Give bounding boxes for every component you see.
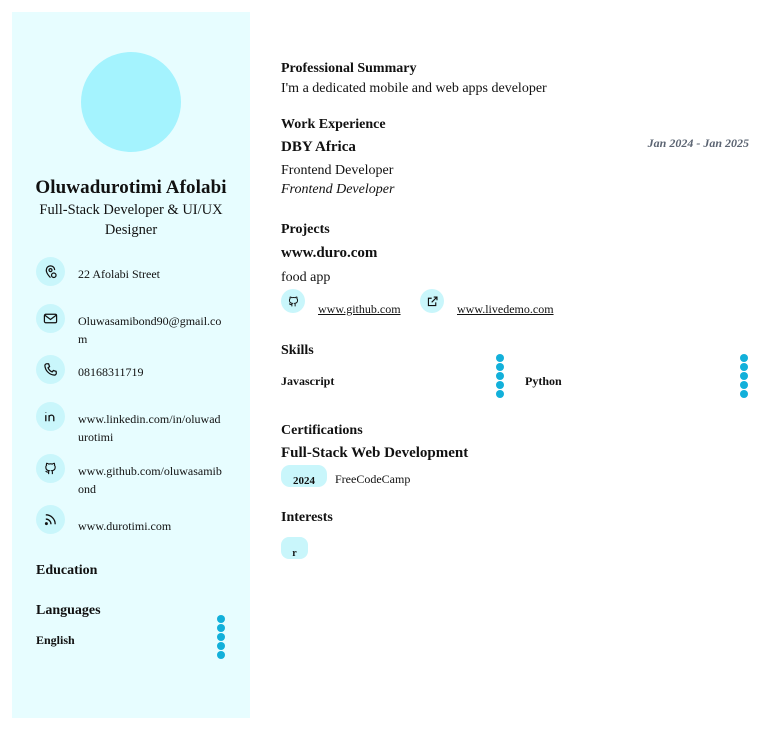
summary-text: I'm a dedicated mobile and web apps deve… bbox=[281, 81, 547, 96]
level-dot bbox=[496, 363, 504, 371]
experience-subtitle: Frontend Developer bbox=[281, 182, 395, 197]
level-dot bbox=[217, 624, 225, 632]
project-demo-link[interactable]: www.livedemo.com bbox=[457, 302, 554, 317]
language-level bbox=[217, 615, 225, 659]
certification-name: Full-Stack Web Development bbox=[281, 445, 469, 461]
level-dot bbox=[740, 390, 748, 398]
level-dot bbox=[217, 615, 225, 623]
github-icon bbox=[36, 454, 65, 483]
external-link-icon[interactable] bbox=[420, 289, 444, 313]
level-dot bbox=[217, 633, 225, 641]
contact-website-text[interactable]: www.durotimi.com bbox=[78, 517, 226, 535]
certification-year-badge: 2024 bbox=[281, 465, 327, 487]
contact-github-text[interactable]: www.github.com/oluwasamibond bbox=[78, 462, 226, 498]
level-dot bbox=[217, 651, 225, 659]
experience-dates: Jan 2024 - Jan 2025 bbox=[647, 136, 749, 150]
level-dot bbox=[496, 372, 504, 380]
contact-github[interactable]: www.github.com/oluwasamibond bbox=[36, 454, 232, 496]
skill-level bbox=[740, 354, 748, 398]
level-dot bbox=[740, 381, 748, 389]
mail-icon bbox=[36, 304, 65, 333]
experience-heading: Work Experience bbox=[281, 117, 386, 132]
skill-name: Python bbox=[525, 374, 562, 388]
profile-name: Oluwadurotimi Afolabi bbox=[35, 177, 227, 198]
level-dot bbox=[740, 354, 748, 362]
avatar bbox=[81, 52, 181, 152]
level-dot bbox=[217, 642, 225, 650]
level-dot bbox=[740, 363, 748, 371]
project-name: www.duro.com bbox=[281, 245, 378, 261]
skill-level bbox=[496, 354, 504, 398]
sidebar: Oluwadurotimi Afolabi Full-Stack Develop… bbox=[12, 12, 250, 718]
main-content: Professional Summary I'm a dedicated mob… bbox=[281, 0, 749, 739]
contact-address-text: 22 Afolabi Street bbox=[78, 267, 160, 281]
contact-linkedin-text[interactable]: www.linkedin.com/in/oluwadurotimi bbox=[78, 410, 226, 446]
project-github-link[interactable]: www.github.com bbox=[318, 302, 401, 317]
contact-email[interactable]: Oluwasamibond90@gmail.com bbox=[36, 304, 232, 346]
experience-title: Frontend Developer bbox=[281, 163, 394, 178]
level-dot bbox=[496, 381, 504, 389]
summary-heading: Professional Summary bbox=[281, 61, 417, 76]
location-icon bbox=[36, 257, 65, 286]
certifications-heading: Certifications bbox=[281, 423, 363, 438]
level-dot bbox=[740, 372, 748, 380]
contact-website[interactable]: www.durotimi.com bbox=[36, 505, 232, 545]
certification-issuer: FreeCodeCamp bbox=[335, 472, 411, 486]
contact-phone[interactable]: 08168311719 bbox=[36, 355, 232, 395]
education-heading: Education bbox=[36, 563, 98, 578]
language-name: English bbox=[36, 633, 75, 647]
interest-tag: r bbox=[281, 537, 308, 559]
github-icon[interactable] bbox=[281, 289, 305, 313]
experience-company: DBY Africa bbox=[281, 139, 356, 155]
contact-linkedin[interactable]: www.linkedin.com/in/oluwadurotimi bbox=[36, 402, 232, 444]
contact-email-text[interactable]: Oluwasamibond90@gmail.com bbox=[78, 312, 226, 348]
skill-name: Javascript bbox=[281, 374, 335, 388]
project-description: food app bbox=[281, 270, 331, 285]
languages-heading: Languages bbox=[36, 603, 101, 618]
projects-heading: Projects bbox=[281, 222, 330, 237]
profile-role: Full-Stack Developer & UI/UX Designer bbox=[39, 202, 223, 238]
interests-heading: Interests bbox=[281, 510, 333, 525]
phone-icon bbox=[36, 355, 65, 384]
rss-icon bbox=[36, 505, 65, 534]
skills-heading: Skills bbox=[281, 343, 314, 358]
level-dot bbox=[496, 354, 504, 362]
level-dot bbox=[496, 390, 504, 398]
contact-phone-text[interactable]: 08168311719 bbox=[78, 363, 226, 381]
contact-address: 22 Afolabi Street bbox=[36, 257, 232, 297]
linkedin-icon bbox=[36, 402, 65, 431]
